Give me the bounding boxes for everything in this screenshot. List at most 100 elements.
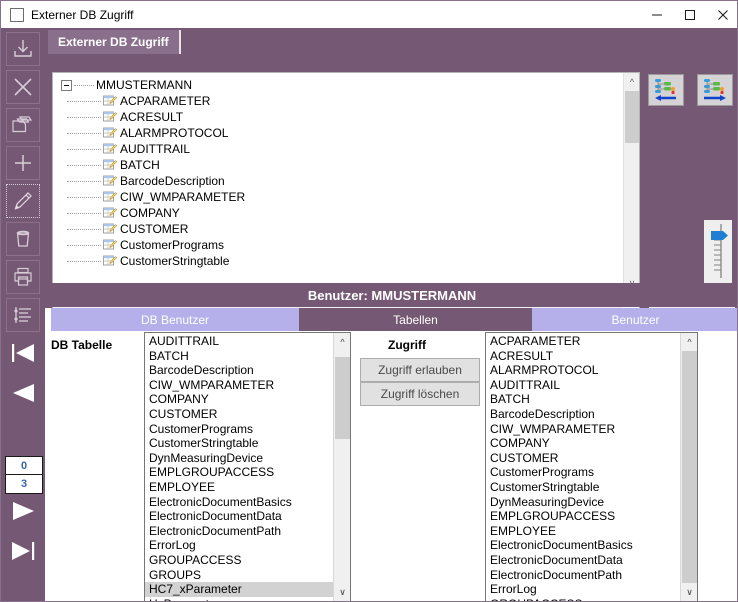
list-item[interactable]: EMPLGROUPACCESS xyxy=(486,509,680,524)
print-icon[interactable] xyxy=(6,260,40,294)
list-item[interactable]: DynMeasuringDevice xyxy=(145,451,333,466)
tree-node[interactable]: COMPANY xyxy=(53,205,623,221)
list-item[interactable]: HxParameter xyxy=(145,597,333,601)
scrollbar-thumb[interactable] xyxy=(335,357,350,439)
tab-benutzer[interactable]: Benutzer xyxy=(532,308,737,331)
list-item[interactable]: BATCH xyxy=(486,392,680,407)
list-item[interactable]: ErrorLog xyxy=(486,582,680,597)
nav-prev-icon[interactable] xyxy=(6,376,40,410)
list-item[interactable]: HC7_xParameter xyxy=(145,582,333,597)
table-icon xyxy=(103,207,118,220)
list-item[interactable]: EMPLGROUPACCESS xyxy=(145,465,333,480)
tree-node[interactable]: CIW_WMPARAMETER xyxy=(53,189,623,205)
collapse-icon[interactable] xyxy=(61,79,72,91)
tree-node[interactable]: BATCH xyxy=(53,157,623,173)
scrollbar-thumb[interactable] xyxy=(625,91,639,143)
list-item[interactable]: DynMeasuringDevice xyxy=(486,495,680,510)
access-scrollbar[interactable]: ^ ∨ xyxy=(680,333,697,601)
tab-tabellen[interactable]: Tabellen xyxy=(299,308,532,331)
list-item[interactable]: COMPANY xyxy=(486,436,680,451)
tree-root-label: MMUSTERMANN xyxy=(96,78,192,92)
list-item[interactable]: EMPLOYEE xyxy=(145,480,333,495)
db-table-listbox[interactable]: AUDITTRAIL BATCH BarcodeDescription CIW_WMP… xyxy=(144,332,351,601)
record-total-field[interactable]: 3 xyxy=(5,474,43,494)
list-item[interactable]: ElectronicDocumentBasics xyxy=(486,538,680,553)
list-item[interactable]: AUDITTRAIL xyxy=(486,378,680,393)
tree-node-label: ALARMPROTOCOL xyxy=(120,126,229,140)
delete-trash-icon[interactable] xyxy=(6,222,40,256)
tree-node-label: BATCH xyxy=(120,158,160,172)
tab-externer-db-zugriff[interactable]: Externer DB Zugriff xyxy=(48,30,181,54)
tree-root-node[interactable]: MMUSTERMANN xyxy=(53,77,623,93)
list-item[interactable]: BarcodeDescription xyxy=(486,407,680,422)
list-item[interactable]: EMPLOYEE xyxy=(486,524,680,539)
nav-next-icon[interactable] xyxy=(6,494,40,528)
list-item[interactable]: BarcodeDescription xyxy=(145,363,333,378)
list-item[interactable]: ACPARAMETER xyxy=(486,334,680,349)
maximize-button[interactable] xyxy=(673,1,706,28)
access-listbox[interactable]: ACPARAMETER ACRESULT ALARMPROTOCOL AUDITTRA… xyxy=(485,332,698,601)
list-item[interactable]: CUSTOMER xyxy=(486,451,680,466)
tree-node-label: COMPANY xyxy=(120,206,180,220)
add-icon[interactable] xyxy=(6,146,40,180)
vertical-slider[interactable] xyxy=(704,220,732,284)
list-item[interactable]: CIW_WMPARAMETER xyxy=(145,378,333,393)
list-item[interactable]: ElectronicDocumentPath xyxy=(145,524,333,539)
list-item[interactable]: ALARMPROTOCOL xyxy=(486,363,680,378)
scroll-up-icon[interactable]: ^ xyxy=(624,73,639,90)
list-item[interactable]: CUSTOMER xyxy=(145,407,333,422)
export-tree-right-icon[interactable] xyxy=(697,74,733,106)
nav-last-icon[interactable] xyxy=(6,534,40,568)
scroll-down-icon[interactable]: ∨ xyxy=(681,584,697,601)
tree-node[interactable]: ACRESULT xyxy=(53,109,623,125)
list-item[interactable]: ErrorLog xyxy=(145,538,333,553)
table-icon xyxy=(103,111,118,124)
scroll-down-icon[interactable]: ∨ xyxy=(334,584,350,601)
window-title: Externer DB Zugriff xyxy=(31,7,134,22)
scroll-up-icon[interactable]: ^ xyxy=(334,333,350,350)
list-item[interactable]: ElectronicDocumentPath xyxy=(486,568,680,583)
list-item[interactable]: GROUPACCESS xyxy=(486,597,680,601)
list-item[interactable]: CIW_WMPARAMETER xyxy=(486,422,680,437)
list-item[interactable]: CustomerPrograms xyxy=(486,465,680,480)
list-item[interactable]: COMPANY xyxy=(145,392,333,407)
list-item[interactable]: ElectronicDocumentBasics xyxy=(145,495,333,510)
list-item[interactable]: BATCH xyxy=(145,349,333,364)
tree-node[interactable]: CustomerStringtable xyxy=(53,253,623,269)
tree-line xyxy=(67,260,101,262)
list-item[interactable]: ElectronicDocumentData xyxy=(486,553,680,568)
list-item[interactable]: CustomerStringtable xyxy=(486,480,680,495)
record-current-field[interactable]: 0 xyxy=(5,456,43,476)
tree-vertical-scrollbar[interactable]: ^ ∨ xyxy=(623,73,639,292)
list-item[interactable]: CustomerPrograms xyxy=(145,422,333,437)
cancel-icon[interactable] xyxy=(6,70,40,104)
list-item[interactable]: CustomerStringtable xyxy=(145,436,333,451)
tree-node[interactable]: CustomerPrograms xyxy=(53,237,623,253)
nav-first-icon[interactable] xyxy=(6,336,40,370)
import-tree-left-icon[interactable] xyxy=(648,74,684,106)
close-button[interactable] xyxy=(706,1,737,28)
tree-node[interactable]: CUSTOMER xyxy=(53,221,623,237)
list-item[interactable]: ElectronicDocumentData xyxy=(145,509,333,524)
scroll-up-icon[interactable]: ^ xyxy=(681,333,697,350)
list-item[interactable]: ACRESULT xyxy=(486,349,680,364)
list-sort-icon[interactable] xyxy=(6,298,40,332)
delete-access-button[interactable]: Zugriff löschen xyxy=(360,382,480,406)
scrollbar-thumb[interactable] xyxy=(682,351,697,583)
tree-node[interactable]: ACPARAMETER xyxy=(53,93,623,109)
tab-db-benutzer[interactable]: DB Benutzer xyxy=(51,308,299,331)
allow-access-button[interactable]: Zugriff erlauben xyxy=(360,358,480,382)
db-table-scrollbar[interactable]: ^ ∨ xyxy=(333,333,350,601)
tree-node[interactable]: ALARMPROTOCOL xyxy=(53,125,623,141)
tree-node[interactable]: BarcodeDescription xyxy=(53,173,623,189)
copy-icon[interactable] xyxy=(6,108,40,142)
list-item[interactable]: GROUPS xyxy=(145,568,333,583)
edit-pencil-icon[interactable] xyxy=(6,184,40,218)
save-icon[interactable] xyxy=(6,32,40,66)
minimize-button[interactable] xyxy=(640,1,673,28)
database-tree-panel[interactable]: MMUSTERMANN ACPARAMETER ACRESULT ALARMPROT… xyxy=(52,72,640,309)
tree-node[interactable]: AUDITTRAIL xyxy=(53,141,623,157)
list-item[interactable]: GROUPACCESS xyxy=(145,553,333,568)
list-item[interactable]: AUDITTRAIL xyxy=(145,334,333,349)
tree-node-label: CIW_WMPARAMETER xyxy=(120,190,246,204)
